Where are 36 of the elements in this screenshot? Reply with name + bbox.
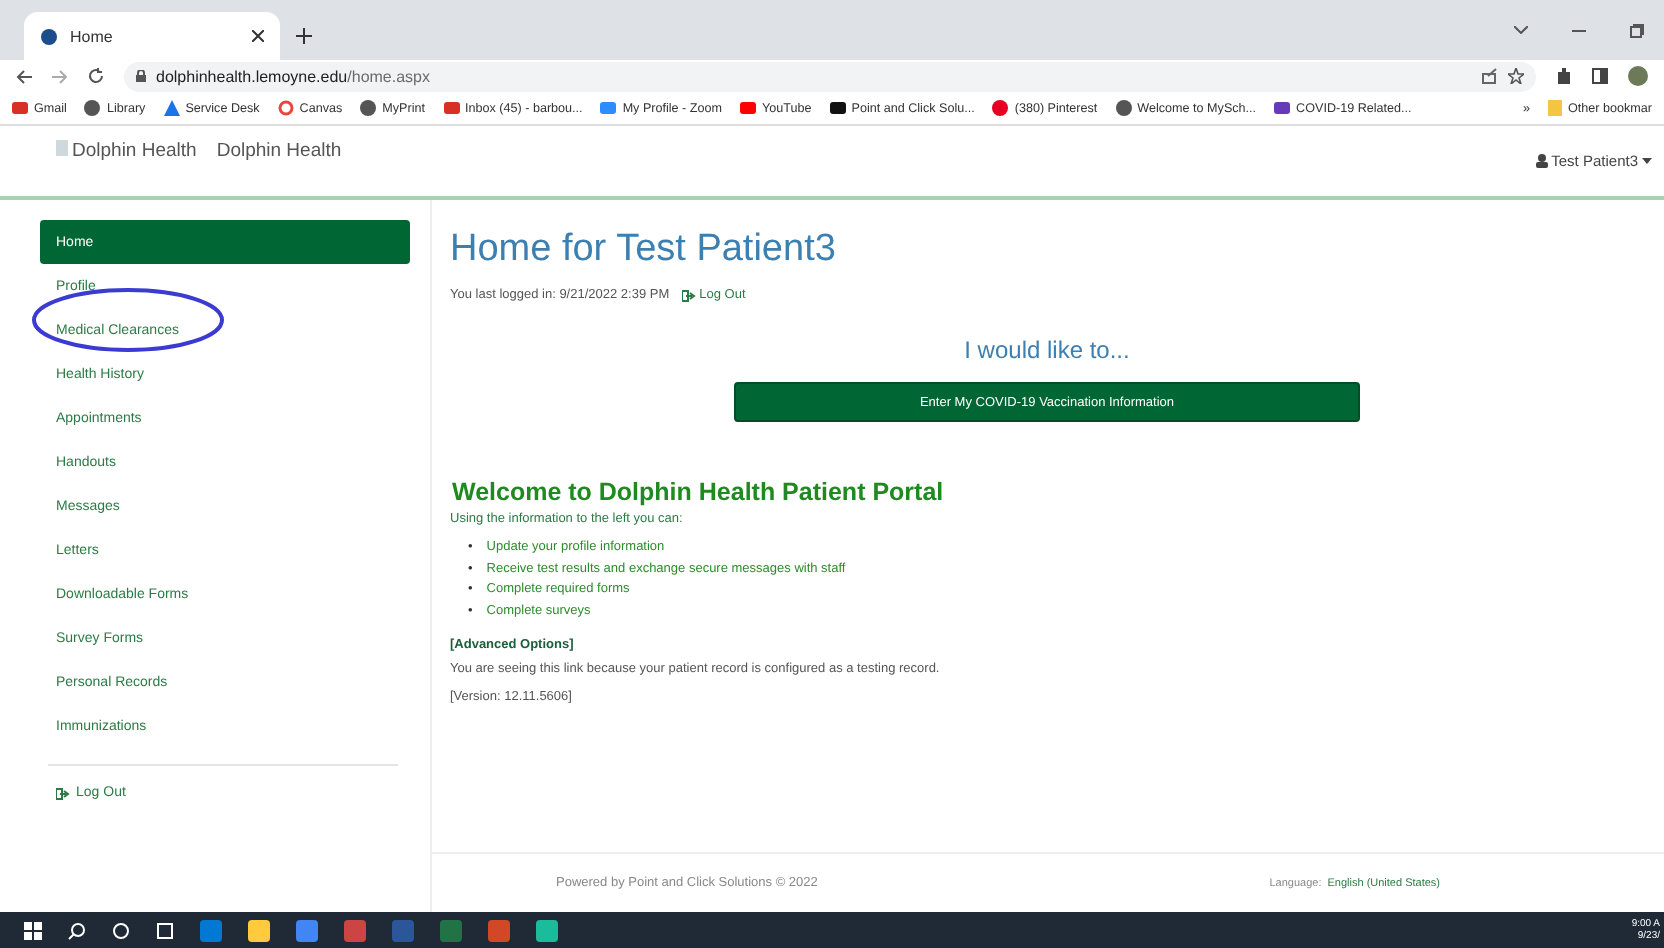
restore-icon[interactable] (1630, 23, 1644, 37)
browser-tab[interactable]: Home (24, 12, 280, 60)
back-icon[interactable] (16, 69, 32, 83)
app-icon[interactable] (536, 919, 558, 941)
ring-icon (277, 100, 294, 116)
lock-icon (136, 70, 146, 82)
page-title: Home for Test Patient3 (450, 228, 838, 272)
avatar-icon[interactable] (1628, 66, 1648, 86)
ring-icon[interactable] (112, 921, 130, 939)
minimize-icon[interactable] (1572, 29, 1586, 31)
address-bar[interactable]: dolphinhealth.lemoyne.edu/home.aspx (124, 61, 1536, 91)
chevron-down-icon[interactable] (1514, 26, 1528, 34)
star-icon[interactable] (1508, 68, 1524, 84)
user-icon (1535, 154, 1548, 168)
brand-name[interactable]: Dolphin Health (216, 140, 342, 162)
reload-icon[interactable] (88, 68, 104, 84)
logo-alt-text: Dolphin Health (56, 140, 197, 162)
app-icon[interactable] (296, 919, 318, 941)
share-icon[interactable] (1482, 68, 1498, 84)
tab-title: Home (70, 27, 115, 45)
sidebar-icon[interactable] (1592, 68, 1608, 84)
prompt-heading: I would like to... (962, 336, 1132, 364)
triangle-icon (163, 100, 180, 116)
broken-image-icon (56, 140, 68, 156)
close-icon[interactable] (252, 30, 264, 42)
task-view-icon[interactable] (156, 921, 174, 939)
app-icon[interactable] (248, 919, 270, 941)
folder-icon (1548, 100, 1562, 116)
welcome-heading: Welcome to Dolphin Health Patient Portal (452, 478, 946, 506)
windows-icon[interactable] (24, 921, 42, 939)
square-icon (829, 100, 846, 116)
sign-out-icon (681, 289, 696, 301)
caret-icon (1642, 158, 1652, 164)
search-icon[interactable] (68, 921, 86, 939)
sign-out-icon (56, 787, 70, 799)
new-tab-icon[interactable] (296, 28, 312, 44)
